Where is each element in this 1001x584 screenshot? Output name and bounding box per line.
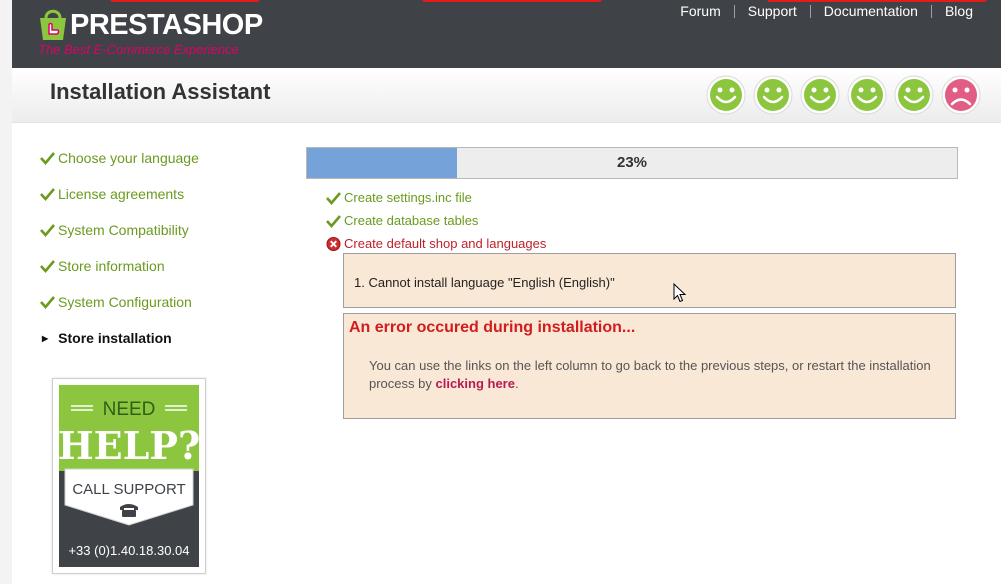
error-list-item: 1. Cannot install language "English (Eng… xyxy=(354,275,615,290)
install-progress-bar: 23% xyxy=(306,147,958,179)
happy-face-icon xyxy=(847,75,887,115)
sad-face-icon xyxy=(941,75,981,115)
nav-separator xyxy=(930,4,932,18)
task-create-default-shop: Create default shop and languages xyxy=(326,236,546,251)
restart-installation-link[interactable]: clicking here xyxy=(435,376,514,391)
nav-link-forum[interactable]: Forum xyxy=(680,3,720,19)
checkmark-icon xyxy=(40,296,55,309)
current-step-arrow-icon: ▶ xyxy=(42,333,49,343)
step-label: Choose your language xyxy=(58,150,199,166)
task-create-settings: Create settings.inc file xyxy=(326,190,472,205)
red-scribble-mark xyxy=(422,0,602,2)
nav-separator xyxy=(733,4,735,18)
error-details-box: 1. Cannot install language "English (Eng… xyxy=(343,253,956,308)
happy-face-icon xyxy=(800,75,840,115)
logo-wordmark: PRESTASHOP xyxy=(70,9,263,41)
step-label: System Compatibility xyxy=(58,222,189,238)
error-x-icon xyxy=(326,236,341,251)
top-nav: Forum Support Documentation Blog xyxy=(680,3,973,19)
step-system-compatibility[interactable]: System Compatibility xyxy=(40,212,290,248)
left-margin-strip xyxy=(0,0,12,584)
task-create-database-tables: Create database tables xyxy=(326,213,478,228)
progress-faces xyxy=(706,75,988,115)
step-label: Store installation xyxy=(58,330,172,346)
prestashop-logo[interactable]: PRESTASHOP The Best E-Commerce Experienc… xyxy=(36,6,263,60)
top-header-bar: PRESTASHOP The Best E-Commerce Experienc… xyxy=(12,0,1001,68)
checkmark-icon xyxy=(326,214,341,228)
page-title: Installation Assistant xyxy=(50,79,271,104)
nav-link-support[interactable]: Support xyxy=(748,3,797,19)
task-label: Create default shop and languages xyxy=(344,236,547,251)
happy-face-icon xyxy=(753,75,793,115)
help-support-banner[interactable]: NEED HELP? CALL SUPPORT +33 (0)1.40.18.3… xyxy=(52,378,206,574)
need-help-banner-graphic: NEED HELP? CALL SUPPORT +33 (0)1.40.18.3… xyxy=(58,385,200,567)
task-label: Create settings.inc file xyxy=(344,190,472,205)
help-call-support-text: CALL SUPPORT xyxy=(72,481,185,498)
error-title: An error occured during installation... xyxy=(349,319,636,336)
installation-error-box: An error occured during installation... … xyxy=(343,313,956,419)
happy-face-icon xyxy=(706,75,746,115)
shopping-bag-icon xyxy=(40,9,66,40)
logo-tagline: The Best E-Commerce Experience xyxy=(38,42,239,57)
checkmark-icon xyxy=(326,191,341,205)
step-system-configuration[interactable]: System Configuration xyxy=(40,284,290,320)
step-store-installation: ▶ Store installation xyxy=(40,320,290,356)
happy-face-icon xyxy=(894,75,934,115)
title-bar: Installation Assistant xyxy=(12,68,1001,123)
mouse-cursor-icon xyxy=(673,283,687,303)
step-store-information[interactable]: Store information xyxy=(40,248,290,284)
red-scribble-mark xyxy=(767,0,987,2)
help-help-text: HELP? xyxy=(58,423,200,468)
error-message: You can use the links on the left column… xyxy=(369,357,939,393)
red-scribble-mark xyxy=(110,0,260,2)
telephone-icon xyxy=(120,504,138,517)
checkmark-icon xyxy=(40,152,55,165)
task-label: Create database tables xyxy=(344,213,479,228)
checkmark-icon xyxy=(40,188,55,201)
help-need-text: NEED xyxy=(103,399,156,420)
step-choose-language[interactable]: Choose your language xyxy=(40,140,290,176)
step-label: Store information xyxy=(58,258,165,274)
checkmark-icon xyxy=(40,224,55,237)
nav-link-documentation[interactable]: Documentation xyxy=(824,3,918,19)
install-steps-sidebar: Choose your language License agreements … xyxy=(40,140,290,356)
step-label: System Configuration xyxy=(58,294,192,310)
nav-link-blog[interactable]: Blog xyxy=(945,3,973,19)
help-phone-number: +33 (0)1.40.18.30.04 xyxy=(68,543,189,558)
checkmark-icon xyxy=(40,260,55,273)
progress-percent-label: 23% xyxy=(616,154,648,171)
step-label: License agreements xyxy=(58,186,185,202)
error-message-suffix: . xyxy=(514,376,519,391)
step-license-agreements[interactable]: License agreements xyxy=(40,176,290,212)
nav-separator xyxy=(809,4,811,18)
